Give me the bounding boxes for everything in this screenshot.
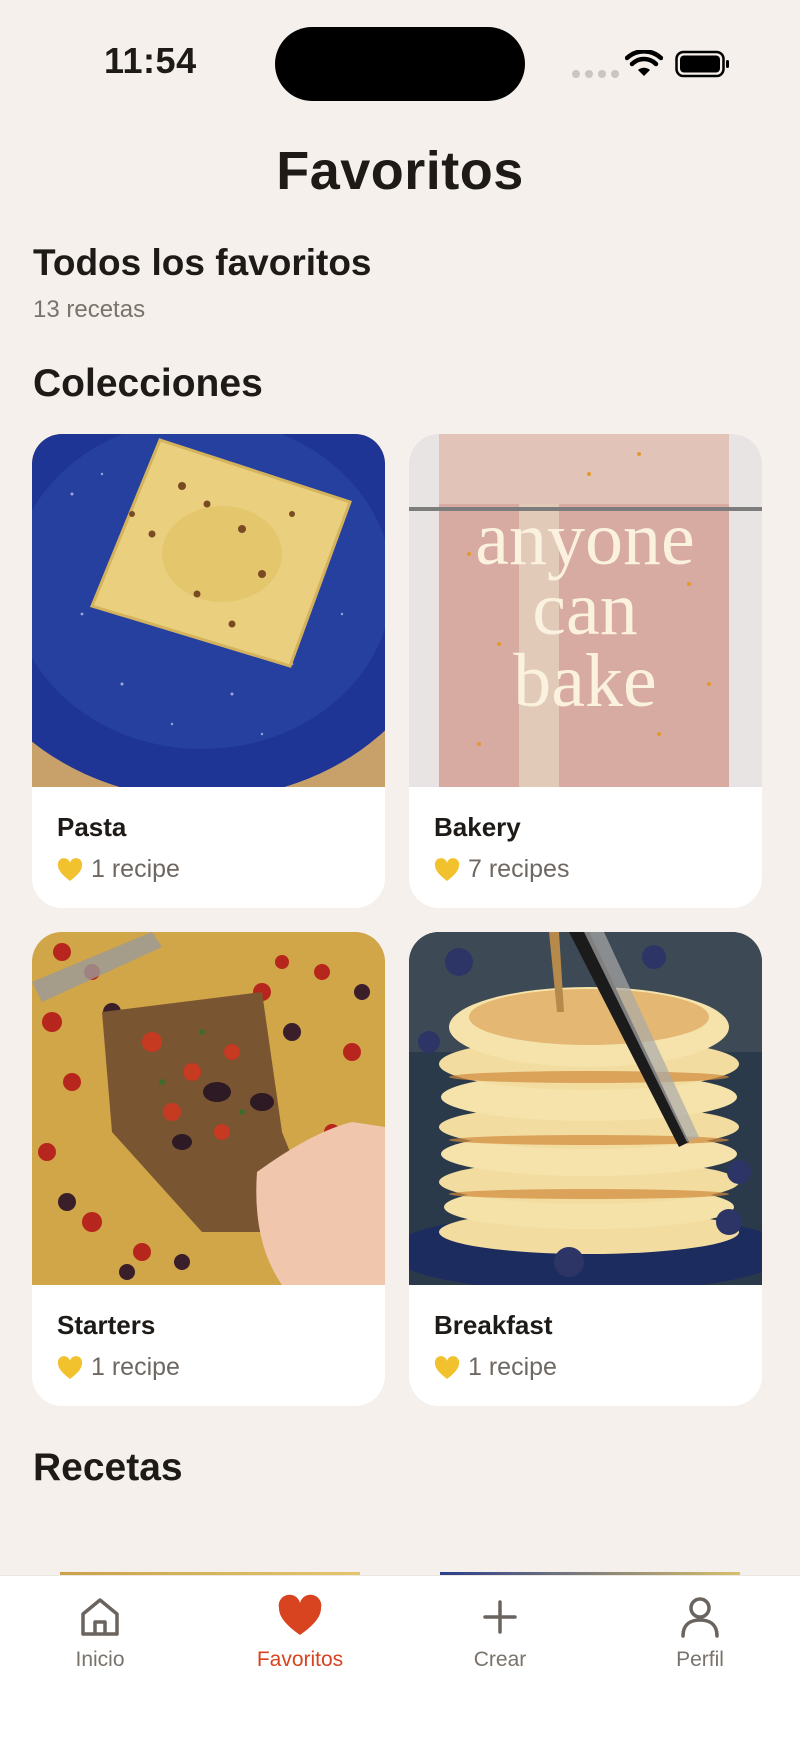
battery-icon — [675, 50, 729, 78]
heart-icon — [57, 1355, 83, 1379]
bottom-nav: Inicio Favoritos Crear Perfil — [0, 1575, 800, 1740]
plus-icon — [483, 1600, 517, 1634]
all-favorites-count: 13 recetas — [33, 295, 146, 323]
heart-icon — [57, 857, 83, 881]
nav-label: Favoritos — [256, 1648, 344, 1671]
page-title: Favoritos — [276, 141, 524, 201]
status-time: 11:54 — [104, 40, 197, 81]
collection-name: Bakery — [434, 812, 521, 842]
collections-grid: Pasta 1 recipe anyone can bake Bakery 7 … — [32, 434, 764, 1406]
collection-count-row: 1 recipe — [57, 1353, 180, 1382]
collection-card-bakery[interactable]: anyone can bake Bakery 7 recipes — [409, 434, 762, 908]
nav-item-crear[interactable]: Crear — [400, 1576, 600, 1740]
heart-icon — [278, 1594, 322, 1635]
nav-item-favoritos[interactable]: Favoritos — [200, 1576, 400, 1740]
person-icon — [681, 1597, 719, 1638]
nav-item-perfil[interactable]: Perfil — [600, 1576, 800, 1740]
collection-card-breakfast[interactable]: Breakfast 1 recipe — [409, 932, 762, 1406]
recipes-heading: Recetas — [33, 1446, 183, 1489]
nav-label: Perfil — [676, 1648, 724, 1671]
heart-icon — [434, 857, 460, 881]
all-favorites-title: Todos los favoritos — [33, 242, 372, 283]
heart-icon — [434, 1355, 460, 1379]
collections-heading: Colecciones — [33, 362, 263, 405]
cellular-signal-icon — [572, 70, 619, 78]
status-bar: 11:54 — [0, 0, 800, 130]
collection-name: Breakfast — [434, 1310, 553, 1340]
collection-card-pasta[interactable]: Pasta 1 recipe — [32, 434, 385, 908]
home-icon — [81, 1598, 119, 1636]
nav-label: Crear — [473, 1648, 527, 1671]
collection-count: 1 recipe — [91, 1353, 180, 1381]
collection-count-row: 1 recipe — [434, 1353, 557, 1382]
collection-count-row: 7 recipes — [434, 855, 569, 884]
collection-name: Starters — [57, 1310, 156, 1340]
dynamic-island — [275, 27, 525, 101]
nav-item-inicio[interactable]: Inicio — [0, 1576, 200, 1740]
anyone-can-bake-photo: anyone can bake — [409, 434, 762, 787]
collection-name: Pasta — [57, 812, 127, 842]
all-favorites-row[interactable]: Todos los favoritos 13 recetas — [33, 242, 372, 324]
ravioli-photo — [32, 434, 385, 787]
pancakes-photo — [409, 932, 762, 1285]
tomato-olive-toast-photo — [32, 932, 385, 1285]
collection-count-row: 1 recipe — [57, 855, 180, 884]
collection-count: 7 recipes — [468, 855, 570, 883]
anyone-can-bake-text-3: bake — [513, 639, 656, 723]
collection-card-starters[interactable]: Starters 1 recipe — [32, 932, 385, 1406]
collection-count: 1 recipe — [91, 855, 180, 883]
wifi-icon — [625, 50, 663, 76]
collection-count: 1 recipe — [468, 1353, 557, 1381]
nav-label: Inicio — [75, 1648, 125, 1671]
